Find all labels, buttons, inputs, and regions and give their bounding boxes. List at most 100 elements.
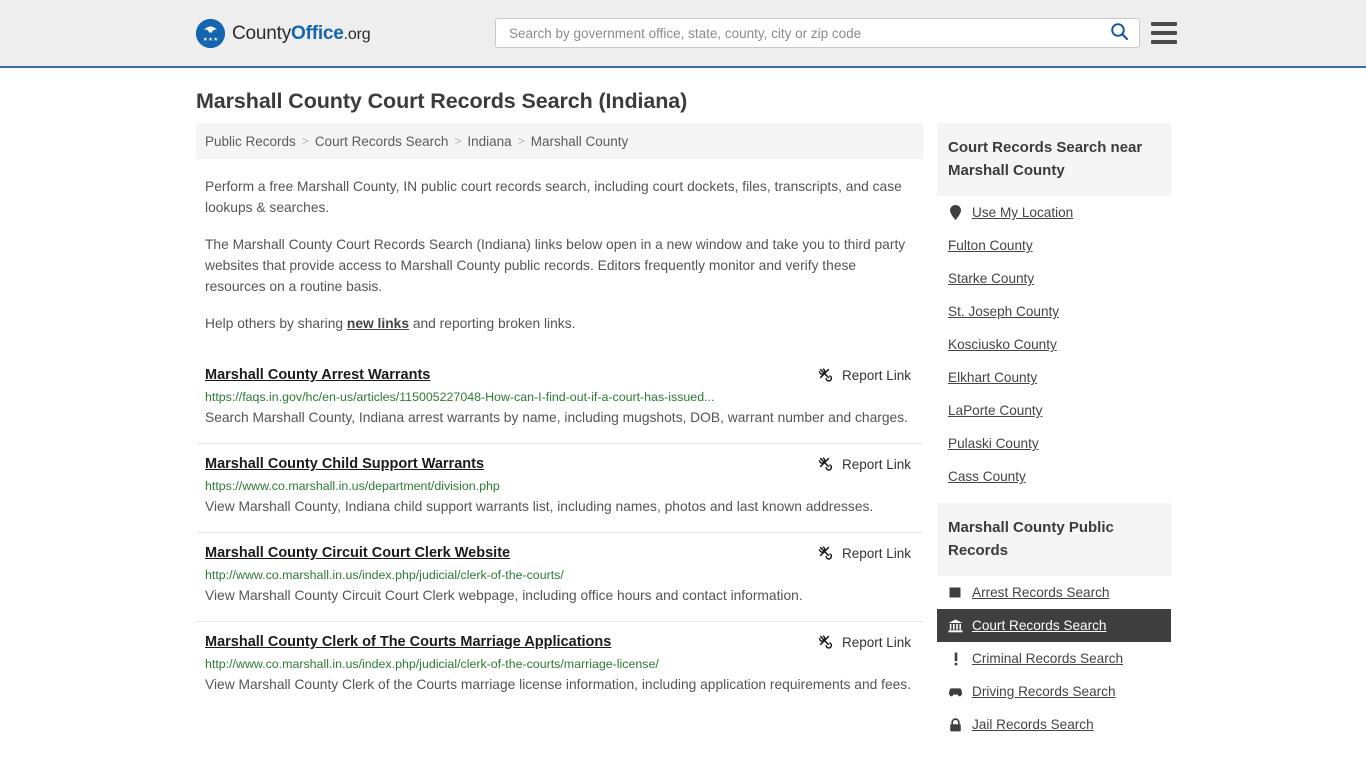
sidebar-item-fulton-county[interactable]: Fulton County xyxy=(937,229,1171,262)
intro-p3-before: Help others by sharing xyxy=(205,316,347,331)
sidebar-item-arrest-records-search[interactable]: Arrest Records Search xyxy=(937,576,1171,609)
square-icon xyxy=(948,586,963,599)
list-item: Jail Records Search xyxy=(937,708,1171,741)
result-title-link[interactable]: Marshall County Child Support Warrants xyxy=(205,456,484,472)
list-item: LaPorte County xyxy=(937,394,1171,427)
sidebar-item-cass-county[interactable]: Cass County xyxy=(937,460,1171,493)
site-logo[interactable]: CountyOffice.org xyxy=(196,18,371,48)
sidebar-item-elkhart-county[interactable]: Elkhart County xyxy=(937,361,1171,394)
hamburger-bar xyxy=(1151,40,1177,44)
result-url: http://www.co.marshall.in.us/index.php/j… xyxy=(205,657,659,671)
sidebar-item-use-my-location[interactable]: Use My Location xyxy=(937,196,1171,229)
list-item: Arrest Records Search xyxy=(937,576,1171,609)
result-item: Marshall County Circuit Court Clerk Webs… xyxy=(196,532,923,621)
list-item: St. Joseph County xyxy=(937,295,1171,328)
exclamation-icon xyxy=(948,652,963,666)
report-link-button[interactable]: Report Link xyxy=(816,632,914,652)
sidebar: Court Records Search near Marshall Count… xyxy=(937,123,1171,751)
new-links-link[interactable]: new links xyxy=(347,316,409,331)
search-button[interactable] xyxy=(1108,22,1131,44)
breadcrumb-item-court-records-search[interactable]: Court Records Search xyxy=(315,134,449,149)
report-link-button[interactable]: Report Link xyxy=(816,365,914,385)
sidebar-item-label: Cass County xyxy=(948,469,1026,484)
result-url: https://www.co.marshall.in.us/department… xyxy=(205,479,500,493)
result-url: http://www.co.marshall.in.us/index.php/j… xyxy=(205,568,564,582)
sidebar-item-label: Arrest Records Search xyxy=(972,585,1110,600)
sidebar-item-starke-county[interactable]: Starke County xyxy=(937,262,1171,295)
report-link-label: Report Link xyxy=(841,634,911,650)
breadcrumb-item-public-records[interactable]: Public Records xyxy=(205,134,296,149)
result-title-link[interactable]: Marshall County Clerk of The Courts Marr… xyxy=(205,634,611,650)
list-item: Criminal Records Search xyxy=(937,642,1171,675)
list-item: Kosciusko County xyxy=(937,328,1171,361)
search-container xyxy=(495,18,1140,48)
eagle-seal-icon xyxy=(196,18,225,48)
sidebar-item-label: Court Records Search xyxy=(972,618,1107,633)
result-description: View Marshall County Circuit Court Clerk… xyxy=(205,588,803,603)
public-records-panel-heading: Marshall County Public Records xyxy=(937,503,1171,576)
broken-link-icon xyxy=(816,365,833,385)
breadcrumb-separator: > xyxy=(517,134,525,148)
hamburger-bar xyxy=(1151,31,1177,35)
intro-paragraph-3: Help others by sharing new links and rep… xyxy=(196,313,923,334)
list-item: Use My Location xyxy=(937,196,1171,229)
site-header: CountyOffice.org xyxy=(0,0,1366,68)
sidebar-item-driving-records-search[interactable]: Driving Records Search xyxy=(937,675,1171,708)
result-title-link[interactable]: Marshall County Arrest Warrants xyxy=(205,367,430,383)
report-link-label: Report Link xyxy=(841,456,911,472)
broken-link-icon xyxy=(816,454,833,474)
search-input[interactable] xyxy=(507,19,1108,47)
result-header: Marshall County Clerk of The Courts Marr… xyxy=(205,632,914,652)
sidebar-item-court-records-search[interactable]: Court Records Search xyxy=(937,609,1171,642)
nearby-panel: Court Records Search near Marshall Count… xyxy=(937,123,1171,493)
sidebar-item-label: Pulaski County xyxy=(948,436,1039,451)
sidebar-item-pulaski-county[interactable]: Pulaski County xyxy=(937,427,1171,460)
sidebar-item-label: Use My Location xyxy=(972,205,1074,220)
logo-text-county: County xyxy=(232,22,292,44)
list-item: Fulton County xyxy=(937,229,1171,262)
list-item: Driving Records Search xyxy=(937,675,1171,708)
sidebar-item-criminal-records-search[interactable]: Criminal Records Search xyxy=(937,642,1171,675)
page-title: Marshall County Court Records Search (In… xyxy=(196,89,688,113)
nearby-panel-heading: Court Records Search near Marshall Count… xyxy=(937,123,1171,196)
search-icon xyxy=(1110,22,1129,44)
result-header: Marshall County Circuit Court Clerk Webs… xyxy=(205,543,914,563)
logo-text-org: .org xyxy=(343,25,371,43)
sidebar-item-kosciusko-county[interactable]: Kosciusko County xyxy=(937,328,1171,361)
result-title-link[interactable]: Marshall County Circuit Court Clerk Webs… xyxy=(205,545,510,561)
result-description: View Marshall County, Indiana child supp… xyxy=(205,499,874,514)
report-link-button[interactable]: Report Link xyxy=(816,543,914,563)
sidebar-item-label: Jail Records Search xyxy=(972,717,1094,732)
list-item: Cass County xyxy=(937,460,1171,493)
report-link-button[interactable]: Report Link xyxy=(816,454,914,474)
broken-link-icon xyxy=(816,632,833,652)
sidebar-item-label: St. Joseph County xyxy=(948,304,1060,319)
courthouse-icon xyxy=(948,619,963,633)
result-url: https://faqs.in.gov/hc/en-us/articles/11… xyxy=(205,390,715,404)
result-header: Marshall County Arrest Warrants Report L… xyxy=(205,365,914,385)
sidebar-item-jail-records-search[interactable]: Jail Records Search xyxy=(937,708,1171,741)
sidebar-item-laporte-county[interactable]: LaPorte County xyxy=(937,394,1171,427)
breadcrumb: Public Records > Court Records Search > … xyxy=(196,123,923,159)
hamburger-menu-icon[interactable] xyxy=(1151,22,1177,44)
report-link-label: Report Link xyxy=(841,367,911,383)
list-item: Elkhart County xyxy=(937,361,1171,394)
result-description: View Marshall County Clerk of the Courts… xyxy=(205,677,912,692)
sidebar-item-label: Driving Records Search xyxy=(972,684,1116,699)
nearby-county-list: Use My Location Fulton County Starke Cou… xyxy=(937,196,1171,493)
result-item: Marshall County Child Support Warrants R… xyxy=(196,443,923,532)
breadcrumb-item-indiana[interactable]: Indiana xyxy=(467,134,511,149)
search-box[interactable] xyxy=(495,18,1140,48)
sidebar-item-label: Criminal Records Search xyxy=(972,651,1124,666)
list-item: Pulaski County xyxy=(937,427,1171,460)
logo-text-office: Office xyxy=(291,22,344,44)
lock-icon xyxy=(948,717,963,732)
map-pin-icon xyxy=(948,205,963,220)
sidebar-item-label: Starke County xyxy=(948,271,1035,286)
hamburger-bar xyxy=(1151,22,1177,26)
report-link-label: Report Link xyxy=(841,545,911,561)
breadcrumb-separator: > xyxy=(301,134,309,148)
sidebar-item-st-joseph-county[interactable]: St. Joseph County xyxy=(937,295,1171,328)
sidebar-item-label: Kosciusko County xyxy=(948,337,1057,352)
public-records-panel: Marshall County Public Records Arrest Re… xyxy=(937,503,1171,741)
